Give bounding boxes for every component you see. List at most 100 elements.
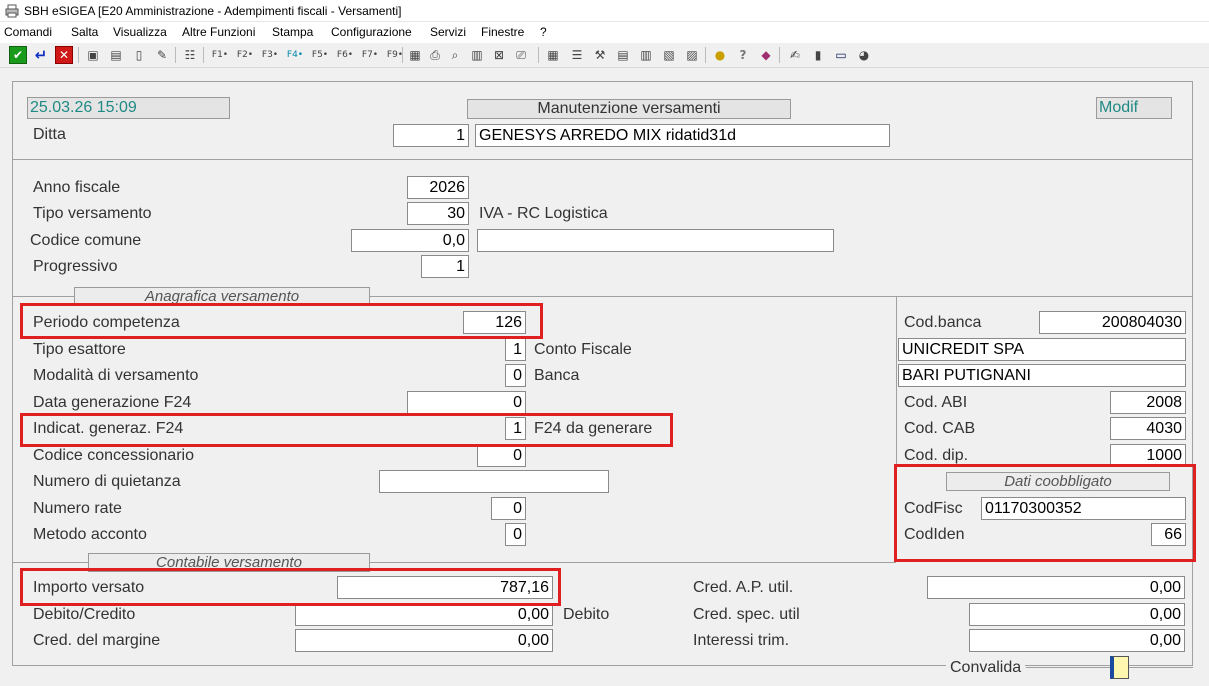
signature-icon[interactable]: ✍ [786, 46, 804, 64]
layout-icon[interactable]: ▦ [406, 46, 424, 64]
mobile-icon[interactable]: ▮ [809, 46, 827, 64]
table-icon[interactable]: ▤ [614, 46, 632, 64]
cred-ap-field[interactable]: 0,00 [927, 576, 1185, 599]
tree-icon[interactable]: ☷ [181, 46, 199, 64]
tools-icon[interactable]: ⚒ [591, 46, 609, 64]
form-icon[interactable]: ▣ [84, 46, 102, 64]
ditta-code-field[interactable]: 1 [393, 124, 469, 147]
numero-quietanza-label: Numero di quietanza [33, 473, 181, 490]
grid-icon[interactable]: ▦ [544, 46, 562, 64]
table-edit-icon[interactable]: ▥ [637, 46, 655, 64]
banca-nome-field[interactable]: UNICREDIT SPA [898, 338, 1186, 361]
f3-icon[interactable]: F3 • [258, 46, 282, 64]
menu-finestre[interactable]: Finestre [481, 25, 524, 39]
menu-bar: Comandi Salta Visualizza Altre Funzioni … [0, 22, 1209, 43]
document-edit-icon[interactable]: ✎ [153, 46, 171, 64]
document-icon[interactable]: ▯ [130, 46, 148, 64]
ditta-name-field[interactable]: GENESYS ARREDO MIX ridatid31d [475, 124, 890, 147]
menu-visualizza[interactable]: Visualizza [113, 25, 167, 39]
menu-stampa[interactable]: Stampa [272, 25, 313, 39]
progressivo-field[interactable]: 1 [421, 255, 469, 278]
periodo-label: Periodo competenza [33, 314, 180, 331]
modalita-field[interactable]: 0 [505, 364, 526, 387]
mode-badge: Modif [1096, 97, 1172, 119]
print-icon[interactable]: ⎙ [426, 46, 444, 64]
tip-icon[interactable]: ● [711, 46, 729, 64]
cod-banca-label: Cod.banca [904, 314, 982, 331]
numero-rate-label: Numero rate [33, 500, 122, 517]
help-icon[interactable]: ? [734, 46, 752, 64]
banca-filiale-field[interactable]: BARI PUTIGNANI [898, 364, 1186, 387]
tipo-esattore-label: Tipo esattore [33, 341, 126, 358]
cod-dip-label: Cod. dip. [904, 447, 969, 464]
table-view-icon[interactable]: ▧ [660, 46, 678, 64]
report-icon[interactable]: ▥ [468, 46, 486, 64]
form-edit-icon[interactable]: ▤ [107, 46, 125, 64]
convalida-button[interactable] [1110, 656, 1129, 679]
importo-versato-field[interactable]: 787,16 [337, 576, 553, 599]
data-generazione-field[interactable]: 0 [407, 391, 526, 414]
f7-icon[interactable]: F7 • [358, 46, 382, 64]
anagrafica-section-title: Anagrafica versamento [74, 287, 370, 306]
codice-concessionario-field[interactable]: 0 [477, 444, 526, 467]
debito-credito-label: Debito/Credito [33, 606, 136, 623]
cancel-icon[interactable]: ✕ [55, 46, 73, 64]
modalita-label: Modalità di versamento [33, 367, 199, 384]
metodo-acconto-field[interactable]: 0 [505, 523, 526, 546]
book-icon[interactable]: ◆ [757, 46, 775, 64]
cred-margine-field[interactable]: 0,00 [295, 629, 553, 652]
printer-setup-icon[interactable]: ⎚ [512, 46, 530, 64]
tipo-esattore-field[interactable]: 1 [505, 338, 526, 361]
title-bar: SBH eSIGEA [E20 Amministrazione - Adempi… [0, 0, 1209, 22]
indicat-generaz-field[interactable]: 1 [505, 417, 526, 440]
list-icon[interactable]: ☰ [568, 46, 586, 64]
monitor-icon[interactable]: ▭ [832, 46, 850, 64]
cod-dip-field[interactable]: 1000 [1110, 444, 1186, 467]
f6-icon[interactable]: F6 • [333, 46, 357, 64]
debito-credito-desc: Debito [563, 606, 610, 623]
numero-rate-field[interactable]: 0 [491, 497, 526, 520]
f1-icon[interactable]: F1 • [208, 46, 232, 64]
enter-icon[interactable]: ↵ [32, 46, 50, 64]
menu-salta[interactable]: Salta [71, 25, 98, 39]
ditta-label: Ditta [33, 126, 66, 143]
f9-icon[interactable]: F9 • [383, 46, 407, 64]
codice-concessionario-label: Codice concessionario [33, 447, 194, 464]
menu-help[interactable]: ? [540, 25, 547, 39]
progressivo-label: Progressivo [33, 258, 118, 275]
toolbar: ✔ ↵ ✕ ▣ ▤ ▯ ✎ ☷ F1 • F2 • F3 • F4 • F5 • F6 • … [0, 43, 1209, 68]
anno-label: Anno fiscale [33, 179, 121, 196]
tipo-versamento-label: Tipo versamento [33, 205, 152, 222]
interessi-trim-field[interactable]: 0,00 [969, 629, 1185, 652]
menu-configurazione[interactable]: Configurazione [331, 25, 412, 39]
tipo-versamento-field[interactable]: 30 [407, 202, 469, 225]
codfisc-label: CodFisc [904, 500, 963, 517]
f2-icon[interactable]: F2 • [233, 46, 257, 64]
cred-spec-field[interactable]: 0,00 [969, 603, 1185, 626]
f4-icon[interactable]: F4 • [283, 46, 307, 64]
divider-vertical [896, 296, 897, 562]
print-preview-icon[interactable]: ⌕ [446, 46, 464, 64]
menu-comandi[interactable]: Comandi [4, 25, 52, 39]
menu-servizi[interactable]: Servizi [430, 25, 466, 39]
cod-banca-field[interactable]: 200804030 [1039, 311, 1186, 334]
cod-cab-field[interactable]: 4030 [1110, 417, 1186, 440]
f5-icon[interactable]: F5 • [308, 46, 332, 64]
excel-icon[interactable]: ⊠ [490, 46, 508, 64]
contabile-section-title: Contabile versamento [88, 553, 370, 572]
anno-field[interactable]: 2026 [407, 176, 469, 199]
cod-cab-label: Cod. CAB [904, 420, 976, 437]
confirm-icon[interactable]: ✔ [9, 46, 27, 64]
periodo-field[interactable]: 126 [463, 311, 526, 334]
numero-quietanza-field[interactable] [379, 470, 609, 493]
comune-desc-field[interactable] [477, 229, 834, 252]
menu-altre-funzioni[interactable]: Altre Funzioni [182, 25, 255, 39]
codiden-field[interactable]: 66 [1151, 523, 1186, 546]
pie-chart-icon[interactable]: ◕ [855, 46, 873, 64]
codice-comune-field[interactable]: 0,0 [351, 229, 469, 252]
cod-abi-field[interactable]: 2008 [1110, 391, 1186, 414]
table-export-icon[interactable]: ▨ [683, 46, 701, 64]
debito-credito-field[interactable]: 0,00 [295, 603, 553, 626]
importo-versato-label: Importo versato [33, 579, 145, 596]
codfisc-field[interactable]: 01170300352 [981, 497, 1186, 520]
